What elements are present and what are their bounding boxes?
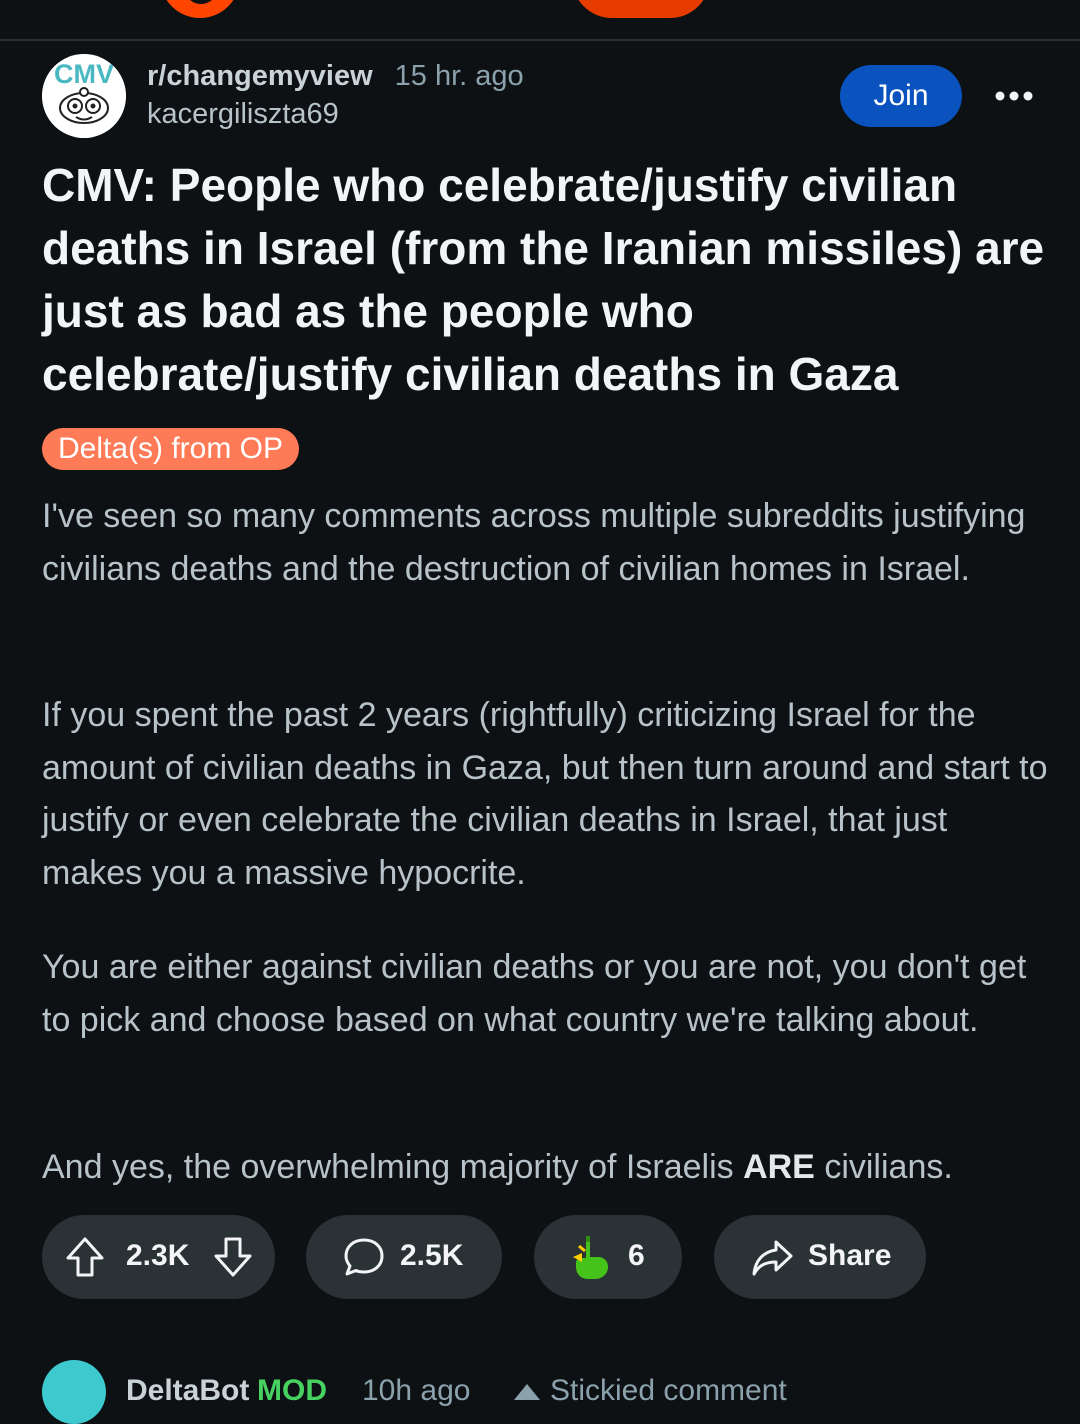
post-body-paragraph-4: And yes, the overwhelming majority of Is… — [42, 1141, 1052, 1194]
top-navigation-edge — [0, 0, 1080, 41]
post-body-paragraph-2: If you spent the past 2 years (rightfull… — [42, 696, 1048, 892]
share-button[interactable]: Share — [714, 1215, 926, 1299]
post-body-paragraph-1: I've seen so many comments across multip… — [42, 497, 1026, 588]
comment-count: 2.5K — [400, 1239, 464, 1272]
vote-bar: 2.3K — [42, 1215, 275, 1299]
top-button-fragment[interactable] — [572, 0, 710, 18]
pin-icon — [514, 1384, 540, 1401]
stickied-label: Stickied comment — [512, 1374, 787, 1408]
svg-text:CMV: CMV — [54, 59, 114, 89]
paragraph-4-emphasis: ARE — [743, 1148, 815, 1186]
subreddit-avatar[interactable]: CMV — [42, 54, 126, 138]
awards-button[interactable]: 6 — [534, 1215, 682, 1299]
cmv-logo-icon: CMV — [42, 54, 126, 138]
award-count: 6 — [628, 1239, 645, 1272]
paragraph-4-start: And yes, the overwhelming majority of Is… — [42, 1148, 744, 1186]
subreddit-name[interactable]: r/changemyview — [147, 60, 373, 93]
comment-time: 10h ago — [362, 1374, 471, 1407]
upvote-icon — [66, 1237, 104, 1277]
post-body-paragraph-3: You are either against civilian deaths o… — [42, 948, 1027, 1039]
paragraph-4-end: civilians. — [814, 1148, 953, 1186]
share-icon — [750, 1235, 794, 1279]
top-app-icon-fragment[interactable] — [160, 0, 240, 18]
comments-button[interactable]: 2.5K — [306, 1215, 502, 1299]
join-button[interactable]: Join — [840, 65, 962, 127]
stickied-comment-header: DeltaBot MOD 10h ago Stickied comment — [42, 1360, 1042, 1424]
share-label: Share — [808, 1239, 892, 1272]
comment-icon — [342, 1235, 386, 1279]
post-flair-label: Delta(s) from OP — [58, 432, 284, 465]
mod-badge: MOD — [257, 1374, 327, 1407]
downvote-icon — [214, 1237, 252, 1277]
more-dots-icon — [995, 91, 1033, 101]
more-options-button[interactable] — [990, 78, 1038, 114]
pointing-hand-award-icon — [570, 1233, 614, 1281]
post-title[interactable]: CMV: People who celebrate/justify civili… — [42, 154, 1052, 406]
vote-count: 2.3K — [126, 1239, 190, 1272]
deltabot-avatar[interactable] — [42, 1360, 106, 1424]
post-author[interactable]: kacergiliszta69 — [147, 98, 339, 131]
upvote-button[interactable] — [64, 1235, 106, 1279]
post-flair[interactable]: Delta(s) from OP — [42, 428, 300, 470]
comment-author[interactable]: DeltaBot — [126, 1374, 249, 1408]
post-time: 15 hr. ago — [394, 59, 524, 92]
downvote-button[interactable] — [212, 1235, 254, 1279]
post-meta: r/changemyview 15 hr. ago — [147, 56, 524, 96]
stickied-comment-text: Stickied comment — [550, 1374, 787, 1407]
